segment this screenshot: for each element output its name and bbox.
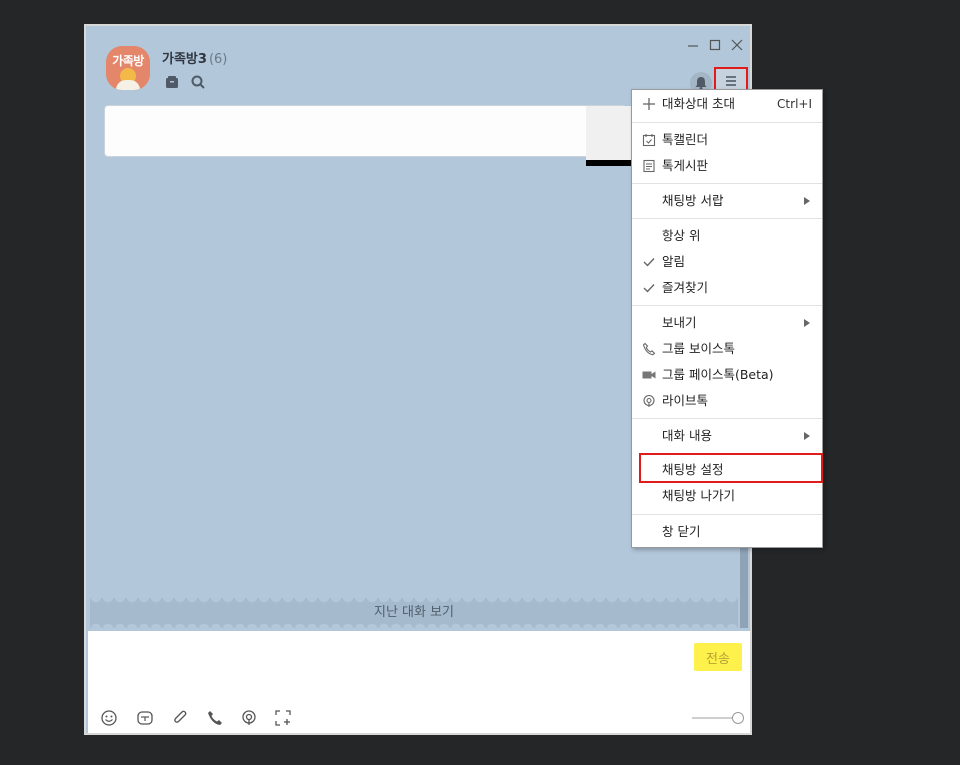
room-avatar[interactable]: 가족방: [106, 46, 150, 90]
phone-icon: [642, 342, 656, 356]
screen-capture-icon[interactable]: [274, 709, 292, 727]
search-icon[interactable]: [190, 74, 206, 90]
menu-item-livetalk[interactable]: 라이브톡: [632, 388, 822, 414]
avatar-character-body: [116, 80, 140, 90]
menu-separator: [632, 514, 822, 515]
video-icon: [642, 371, 656, 379]
highlight-box-settings: [639, 453, 823, 483]
notice-bar[interactable]: [104, 105, 626, 157]
opacity-slider-handle[interactable]: [732, 712, 744, 724]
menu-separator: [632, 218, 822, 219]
plus-icon: [643, 98, 655, 110]
member-count: (6): [208, 52, 228, 67]
submenu-arrow-icon: [804, 432, 810, 440]
menu-item-talk-board[interactable]: 톡게시판: [632, 153, 822, 179]
menu-item-label: 그룹 페이스톡(Beta): [662, 367, 774, 382]
menu-item-notifications[interactable]: 알림: [632, 249, 822, 275]
menu-item-talk-calendar[interactable]: 톡캘린더: [632, 127, 822, 153]
phone-icon[interactable]: [206, 709, 224, 727]
menu-item-label: 채팅방 서랍: [662, 193, 724, 208]
menu-item-label: 창 닫기: [662, 524, 701, 539]
menu-item-group-voicetalk[interactable]: 그룹 보이스톡: [632, 336, 822, 362]
menu-separator: [632, 418, 822, 419]
message-fragment: [586, 106, 636, 166]
menu-item-label: 대화상대 초대: [662, 96, 735, 111]
menu-item-label: 라이브톡: [662, 393, 709, 408]
emoticon-icon[interactable]: [100, 709, 118, 727]
menu-item-invite[interactable]: 대화상대 초대 Ctrl+I: [632, 91, 822, 117]
menu-item-send[interactable]: 보내기: [632, 310, 822, 336]
room-name: 가족방3: [162, 52, 207, 67]
live-talk-icon[interactable]: [240, 709, 258, 727]
minimize-icon[interactable]: [686, 38, 700, 52]
menu-item-label: 항상 위: [662, 228, 701, 243]
menu-item-label: 톡게시판: [662, 158, 709, 173]
view-past-chats-bar[interactable]: 지난 대화 보기: [90, 597, 738, 629]
drawer-icon[interactable]: [164, 74, 180, 90]
send-button[interactable]: 전송: [694, 643, 742, 671]
checkmark-icon: [643, 284, 655, 293]
avatar-text: 가족방: [112, 54, 144, 68]
menu-item-label: 알림: [662, 254, 686, 269]
checkmark-icon: [643, 258, 655, 267]
menu-separator: [632, 183, 822, 184]
menu-item-label: 대화 내용: [662, 428, 712, 443]
menu-item-shortcut: Ctrl+I: [777, 97, 812, 111]
menu-item-chat-content[interactable]: 대화 내용: [632, 423, 822, 449]
room-title: 가족방3 (6): [162, 48, 227, 67]
menu-item-label: 그룹 보이스톡: [662, 341, 735, 356]
menu-item-favorites[interactable]: 즐겨찾기: [632, 275, 822, 301]
menu-item-label: 보내기: [662, 315, 697, 330]
submenu-arrow-icon: [804, 197, 810, 205]
submenu-arrow-icon: [804, 319, 810, 327]
menu-item-group-facetalk[interactable]: 그룹 페이스톡(Beta): [632, 362, 822, 388]
close-icon[interactable]: [730, 38, 744, 52]
live-icon: [643, 394, 655, 407]
menu-item-chat-drawer[interactable]: 채팅방 서랍: [632, 188, 822, 214]
view-past-chats-label: 지난 대화 보기: [373, 605, 455, 620]
menu-item-label: 톡캘린더: [662, 132, 709, 147]
menu-item-label: 채팅방 나가기: [662, 488, 735, 503]
menu-item-always-on-top[interactable]: 항상 위: [632, 223, 822, 249]
maximize-icon[interactable]: [708, 38, 722, 52]
calendar-icon: [642, 134, 656, 147]
attach-file-icon[interactable]: [172, 709, 190, 727]
menu-separator: [632, 122, 822, 123]
bot-icon[interactable]: [136, 709, 154, 727]
board-icon: [643, 159, 655, 173]
wave-edge-bottom: [90, 623, 738, 629]
wave-edge-top: [90, 597, 738, 603]
message-input-area[interactable]: 전송: [88, 631, 750, 733]
menu-separator: [632, 305, 822, 306]
menu-item-leave-chatroom[interactable]: 채팅방 나가기: [632, 483, 822, 509]
menu-item-close-window[interactable]: 창 닫기: [632, 519, 822, 545]
menu-item-label: 즐겨찾기: [662, 280, 709, 295]
